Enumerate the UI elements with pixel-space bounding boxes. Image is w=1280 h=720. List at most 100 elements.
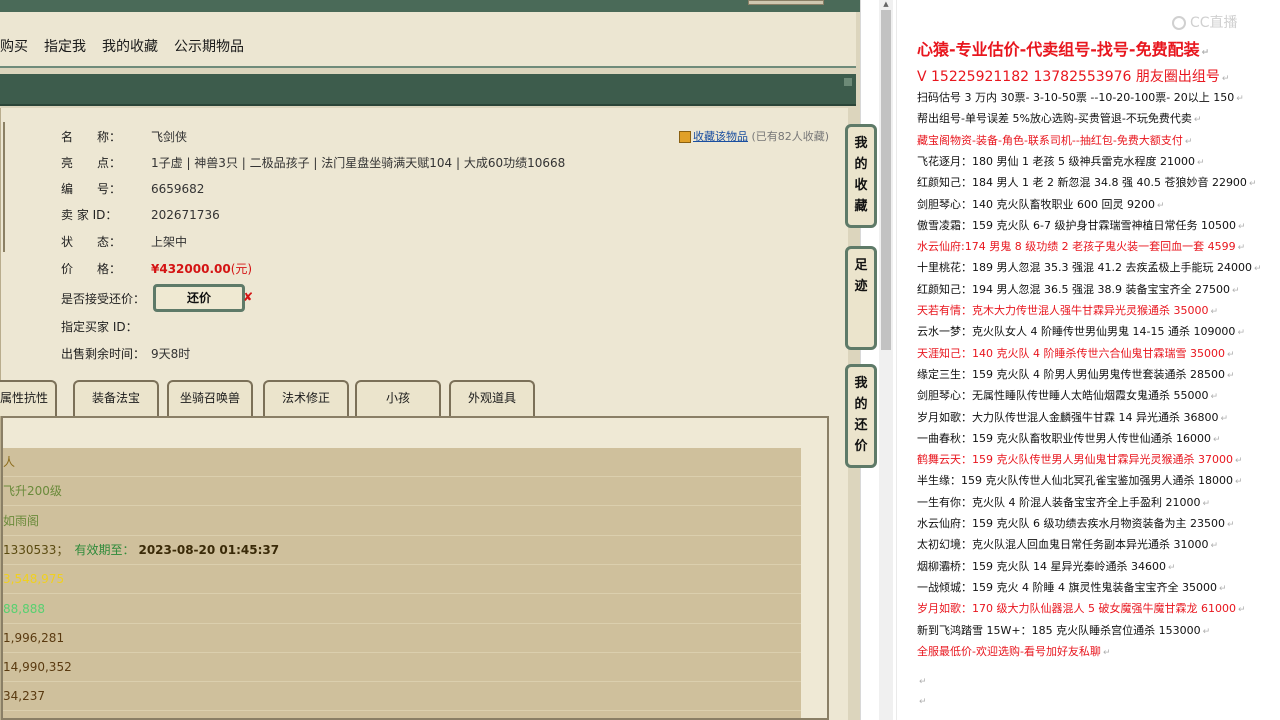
doc-line: 一曲春秋：159 克火队畜牧职业传世男人传世仙通杀 16000 ↵ <box>917 430 1221 446</box>
paragraph-mark-icon: ↵ <box>1237 605 1246 616</box>
paragraph-mark-icon: ↵ <box>1102 647 1111 658</box>
doc-line-text: 一战倾城：159 克火 4 阶睡 4 旗灵性鬼装备宝宝齐全 35000 <box>917 580 1217 594</box>
nav-tab-3[interactable]: 公示期物品 <box>174 36 244 56</box>
doc-line-text: 缘定三生：159 克火队 4 阶男人男仙男鬼传世套装通杀 28500 <box>917 367 1225 381</box>
detail-tab-2[interactable]: 坐骑召唤兽 <box>167 380 253 416</box>
doc-line: 帮出组号-单号误差 5%放心选购-买贵管退-不玩免费代卖 ↵ <box>917 110 1201 126</box>
paragraph-mark-icon: ↵ <box>1193 115 1202 126</box>
paragraph-mark-icon: ↵ <box>1236 94 1244 104</box>
info-label: 编 号： <box>61 182 122 196</box>
detail-row: 飞升200级 <box>3 477 801 507</box>
watermark-logo-icon <box>1172 16 1186 30</box>
nav-tab-0[interactable]: 购买 <box>0 36 28 56</box>
paragraph-mark-icon: ↵ <box>1220 413 1229 424</box>
detail-row: 3,548,975 <box>3 565 801 595</box>
paragraph-mark-icon: ↵ <box>919 697 927 707</box>
detail-tab-1[interactable]: 装备法宝 <box>73 380 159 416</box>
favorite-item-link[interactable]: 收藏该物品 (已有82人收藏) <box>679 128 829 144</box>
info-row-0: 名 称： 飞剑侠 <box>61 128 187 146</box>
doc-line: 新到飞鸿踏雪 15W+：185 克火队睡杀宫位通杀 153000 ↵ <box>917 622 1210 638</box>
detail-row: 14,990,352 <box>3 653 801 683</box>
detail-tab-0[interactable]: 属性抗性 <box>0 380 57 416</box>
detail-value: 1,996,281 <box>3 630 65 645</box>
side-button-favorites[interactable]: 我的收藏 <box>845 124 877 228</box>
detail-row: 1,996,281 <box>3 624 801 653</box>
doc-line: 水云仙府:174 男鬼 8 级功绩 2 老孩子鬼火装一套回血一套 4599 ↵ <box>917 238 1245 254</box>
side-button-my-offers[interactable]: 我的还价 <box>845 364 877 468</box>
scroll-column: ▲ <box>860 0 896 720</box>
detail-value: 1330533； <box>3 542 69 557</box>
detail-value: 3,548,975 <box>3 572 65 587</box>
nav-area: 购买 指定我 我的收藏 公示期物品 <box>0 12 856 68</box>
info-row-8: 出售剩余时间： 9天8时 <box>61 345 190 363</box>
nav-tab-2[interactable]: 我的收藏 <box>102 36 158 56</box>
price-unit: (元) <box>230 262 253 276</box>
info-row-7: 指定买家 ID： <box>61 318 151 336</box>
counter-offer-button[interactable]: 还价 <box>153 284 245 312</box>
paragraph-mark-icon: ↵ <box>1212 434 1221 445</box>
doc-line: 岁月如歌：大力队传世混人金麟强牛甘霖 14 异光通杀 36800 ↵ <box>917 409 1228 425</box>
doc-line-text: 新到飞鸿踏雪 15W+：185 克火队睡杀宫位通杀 153000 <box>917 623 1201 637</box>
doc-line: 剑胆琴心：140 克火队畜牧职业 600 回灵 9200 ↵ <box>917 196 1165 212</box>
info-label: 卖 家 ID： <box>61 208 118 222</box>
doc-line-text: 岁月如歌：170 级大力队仙器混人 5 破女魔强牛魔甘霖龙 61000 <box>917 602 1236 616</box>
paragraph-mark-icon: ↵ <box>1202 626 1211 637</box>
doc-line-text: 帮出组号-单号误差 5%放心选购-买贵管退-不玩免费代卖 <box>917 112 1192 126</box>
paragraph-mark-icon: ↵ <box>1221 74 1230 84</box>
doc-line-text: 太初幻境：克火队混人回血鬼日常任务副本异光通杀 31000 <box>917 538 1209 552</box>
doc-line: 鹤舞云天：159 克火队传世男人男仙鬼甘霖异光灵猴通杀 37000 ↵ <box>917 451 1243 467</box>
paragraph-mark-icon: ↵ <box>1196 157 1205 168</box>
info-label: 状 态： <box>61 235 122 249</box>
paragraph-mark-icon: ↵ <box>1156 200 1165 211</box>
detail-row: 如雨阁 <box>3 507 801 536</box>
info-value: 上架中 <box>151 235 188 249</box>
paragraph-mark-icon: ↵ <box>1248 179 1257 190</box>
info-label: 指定买家 ID： <box>61 320 138 334</box>
doc-line-text: 红颜知己：194 男人忽混 36.5 强混 38.9 装备宝宝齐全 27500 <box>917 282 1230 296</box>
detail-list: 人飞升200级 如雨阁 1330533； 有效期至： 2023-08-20 01:45:… <box>3 448 801 718</box>
stream-watermark: CC直播 <box>1172 12 1238 32</box>
info-value: 6659682 <box>151 182 205 196</box>
doc-line-text: 水云仙府：159 克火队 6 级功绩去疾水月物资装备为主 23500 <box>917 517 1225 530</box>
doc-line-text: 天涯知己：140 克火队 4 阶睡杀传世六合仙鬼甘霖瑞雪 35000 <box>917 346 1225 360</box>
expiry-value: 2023-08-20 01:45:37 <box>138 542 280 557</box>
doc-line: 十里桃花：189 男人忽混 35.3 强混 41.2 去疾孟极上手能玩 2400… <box>917 259 1262 275</box>
doc-line: 红颜知己：184 男人 1 老 2 新忽混 34.8 强 40.5 苍狼妙音 2… <box>917 174 1256 190</box>
info-label: 出售剩余时间： <box>61 347 146 361</box>
top-button-stub[interactable] <box>748 0 824 5</box>
item-detail-panel: 名 称： 飞剑侠亮 点： 1子虚 | 神兽3只 | 二极品孩子 | 法门星盘坐骑满天… <box>0 108 848 720</box>
doc-line-text: 剑胆琴心：140 克火队畜牧职业 600 回灵 9200 <box>917 197 1155 211</box>
doc-line-text: 傲雪凌霜：159 克火队 6-7 级护身甘霖瑞雪神植日常任务 10500 <box>917 218 1236 232</box>
favorite-link-text[interactable]: 收藏该物品 <box>693 130 748 143</box>
doc-line-text: 鹤舞云天：159 克火队传世男人男仙鬼甘霖异光灵猴通杀 37000 <box>917 453 1233 467</box>
doc-line: 傲雪凌霜：159 克火队 6-7 级护身甘霖瑞雪神植日常任务 10500 ↵ <box>917 217 1246 233</box>
expiry-label: 有效期至： <box>74 542 135 557</box>
notes-document: 心猿-专业估价-代卖组号-找号-免费配装 ↵ V 15225921182 13782… <box>896 0 1280 720</box>
item-image-frame <box>1 122 5 252</box>
paragraph-mark-icon: ↵ <box>1210 541 1219 552</box>
doc-line-text: 剑胆琴心：无属性睡队传世睡人太皓仙烟霞女鬼通杀 55000 <box>917 389 1209 403</box>
doc-line: 半生缘：159 克火队传世人仙北冥孔雀宝鉴加强男人通杀 18000 ↵ <box>917 472 1243 488</box>
doc-line-text: 云水一梦：克火队女人 4 阶睡传世男仙男鬼 14-15 通杀 109000 <box>917 325 1236 339</box>
nav-tab-1[interactable]: 指定我 <box>44 36 86 56</box>
scroll-up-arrow-icon[interactable]: ▲ <box>881 0 891 8</box>
detail-value: 飞升200级 <box>3 484 62 499</box>
detail-row: 1330533； 有效期至： 2023-08-20 01:45:37 <box>3 536 801 565</box>
paragraph-mark-icon: ↵ <box>1226 349 1235 360</box>
side-button-label: 足迹 <box>854 258 868 294</box>
side-button-footprint[interactable]: 足迹 <box>845 246 877 350</box>
doc-line-text: V 15225921182 13782553976 朋友圈出组号 <box>917 69 1220 85</box>
detail-tab-4[interactable]: 小孩 <box>355 380 441 416</box>
detail-tab-5[interactable]: 外观道具 <box>449 380 535 416</box>
paragraph-mark-icon: ↵ <box>1231 285 1240 296</box>
doc-line-text: 心猿-专业估价-代卖组号-找号-免费配装 <box>917 40 1200 59</box>
watermark-text: CC直播 <box>1190 15 1238 31</box>
favorite-icon <box>679 131 691 143</box>
scrollbar-thumb[interactable] <box>881 10 891 350</box>
info-row-4: 状 态： 上架中 <box>61 233 187 251</box>
doc-line: 水云仙府：159 克火队 6 级功绩去疾水月物资装备为主 23500 ↵ <box>917 515 1235 531</box>
detail-tab-3[interactable]: 法术修正 <box>263 380 349 416</box>
paragraph-mark-icon: ↵ <box>919 677 927 687</box>
info-label: 价 格： <box>61 262 122 276</box>
info-label: 亮 点： <box>61 156 122 170</box>
